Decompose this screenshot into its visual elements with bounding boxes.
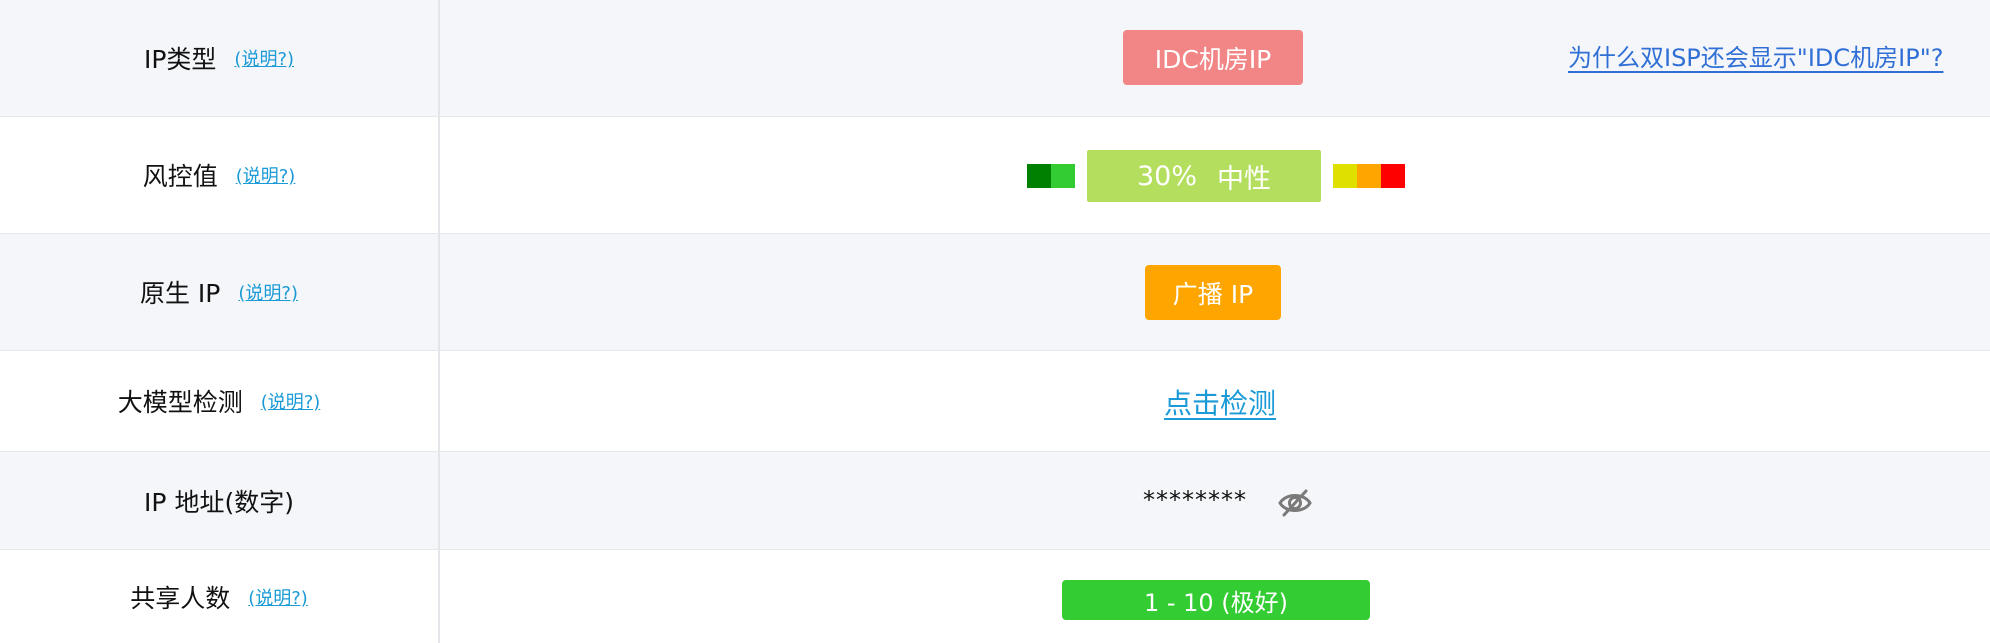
value-cell-risk-score: 30% 中性 bbox=[440, 117, 1990, 233]
risk-score-badge: 30% 中性 bbox=[1087, 150, 1321, 202]
value-cell-llm-detect: 点击检测 bbox=[440, 351, 1990, 451]
shared-users-explain-link[interactable]: (说明?) bbox=[248, 584, 308, 610]
risk-scale-segment-medium bbox=[1333, 164, 1357, 188]
value-cell-native-ip: 广播 IP bbox=[440, 234, 1990, 350]
shared-users-label: 共享人数 bbox=[130, 583, 231, 613]
risk-score-explain-link[interactable]: (说明?) bbox=[236, 162, 296, 188]
llm-detect-explain-link[interactable]: (说明?) bbox=[261, 388, 321, 414]
label-cell-risk-score: 风控值 (说明?) bbox=[0, 117, 440, 233]
eye-slash-icon[interactable] bbox=[1276, 484, 1314, 522]
ip-type-explain-link[interactable]: (说明?) bbox=[234, 45, 294, 71]
shared-users-badge: 1 - 10 (极好) bbox=[1062, 580, 1370, 620]
llm-detect-label: 大模型检测 bbox=[117, 388, 243, 417]
row-native-ip: 原生 IP (说明?) 广播 IP bbox=[0, 234, 1990, 351]
row-shared-users: 共享人数 (说明?) 1 - 10 (极好) bbox=[0, 550, 1990, 643]
label-cell-ip-type: IP类型 (说明?) bbox=[0, 0, 440, 116]
ip-type-badge: IDC机房IP bbox=[1123, 30, 1303, 85]
risk-scale-segment-very-high bbox=[1381, 164, 1405, 188]
risk-score-level: 中性 bbox=[1217, 163, 1271, 195]
risk-scale-segment-high bbox=[1357, 164, 1381, 188]
value-cell-ip-type: IDC机房IP 为什么双ISP还会显示"IDC机房IP"? bbox=[440, 0, 1990, 116]
risk-score-value: 30% bbox=[1136, 160, 1197, 192]
ip-numeric-label: IP 地址(数字) bbox=[144, 487, 294, 517]
row-ip-numeric: IP 地址(数字) ******** bbox=[0, 452, 1990, 550]
native-ip-label: 原生 IP bbox=[139, 279, 221, 308]
value-cell-shared-users: 1 - 10 (极好) bbox=[440, 550, 1990, 643]
risk-meter: 30% 中性 bbox=[1027, 150, 1405, 202]
value-cell-ip-numeric: ******** bbox=[440, 452, 1990, 549]
label-cell-native-ip: 原生 IP (说明?) bbox=[0, 234, 440, 350]
native-ip-badge: 广播 IP bbox=[1145, 265, 1281, 320]
row-llm-detect: 大模型检测 (说明?) 点击检测 bbox=[0, 351, 1990, 452]
row-ip-type: IP类型 (说明?) IDC机房IP 为什么双ISP还会显示"IDC机房IP"? bbox=[0, 0, 1990, 117]
ip-info-table: IP类型 (说明?) IDC机房IP 为什么双ISP还会显示"IDC机房IP"?… bbox=[0, 0, 1990, 643]
ip-type-label: IP类型 bbox=[143, 45, 217, 74]
risk-scale-segment-low bbox=[1051, 164, 1075, 188]
label-cell-llm-detect: 大模型检测 (说明?) bbox=[0, 351, 440, 451]
why-idc-link[interactable]: 为什么双ISP还会显示"IDC机房IP"? bbox=[1568, 38, 1943, 73]
row-risk-score: 风控值 (说明?) 30% 中性 bbox=[0, 117, 1990, 234]
risk-score-label: 风控值 bbox=[142, 162, 218, 191]
native-ip-explain-link[interactable]: (说明?) bbox=[238, 279, 298, 305]
ip-numeric-value: ******** bbox=[1143, 486, 1247, 514]
label-cell-ip-numeric: IP 地址(数字) bbox=[0, 452, 440, 549]
click-detect-link[interactable]: 点击检测 bbox=[1164, 382, 1276, 422]
label-cell-shared-users: 共享人数 (说明?) bbox=[0, 550, 440, 643]
risk-scale-segment-very-low bbox=[1027, 164, 1051, 188]
